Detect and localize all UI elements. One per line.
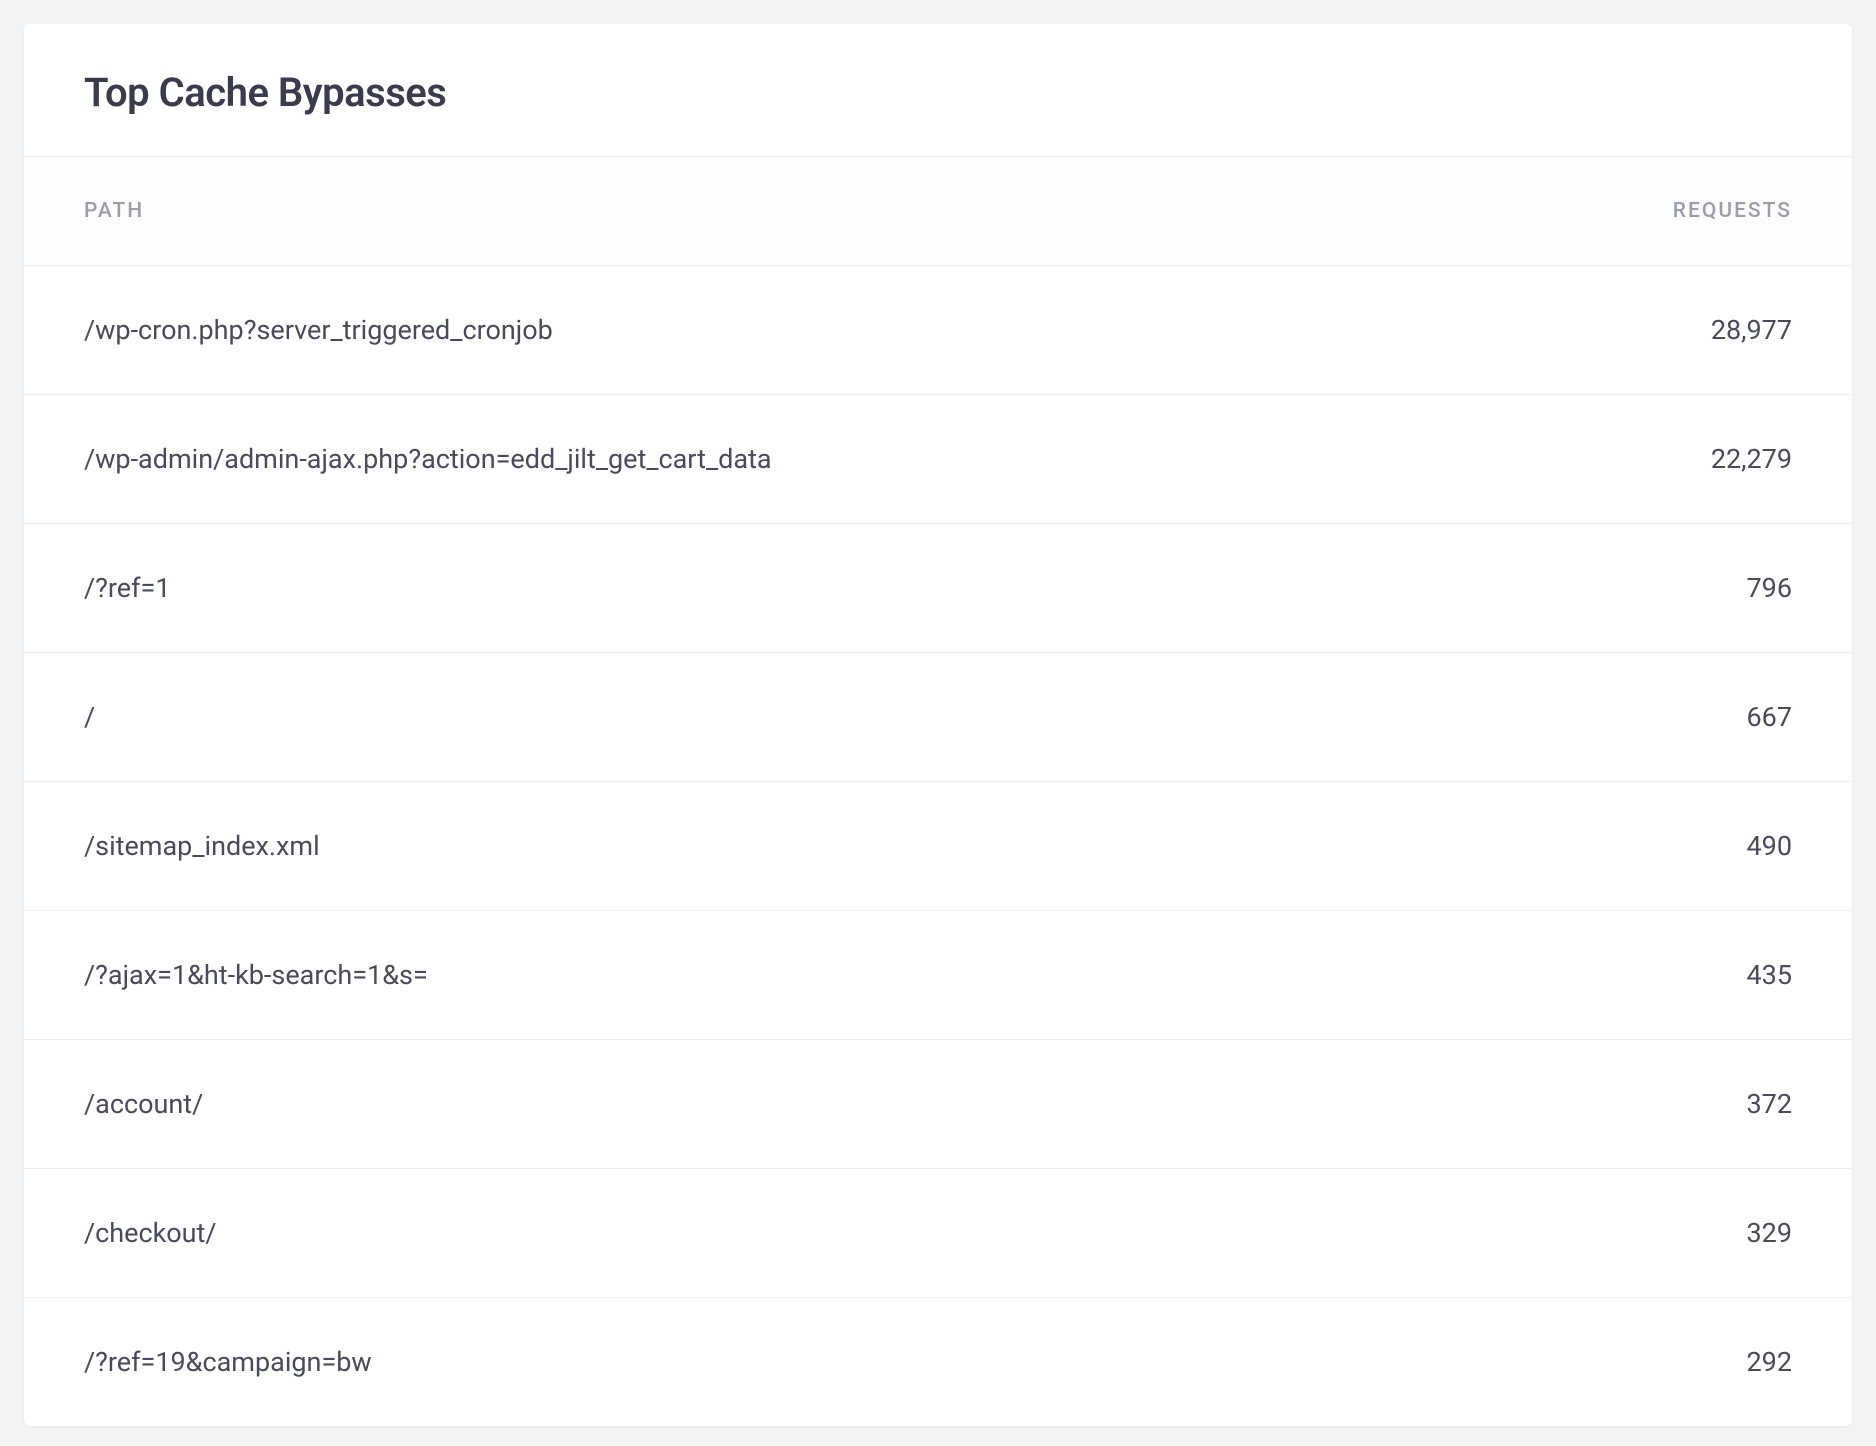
requests-value: 292 (1746, 1346, 1792, 1378)
requests-value: 372 (1746, 1088, 1792, 1120)
path-value: / (84, 701, 95, 733)
path-value: /wp-cron.php?server_triggered_cronjob (84, 314, 553, 346)
path-value: /?ajax=1&ht-kb-search=1&s= (84, 959, 428, 991)
column-header-path: PATH (84, 199, 144, 223)
path-value: /checkout/ (84, 1217, 217, 1249)
table-row: /?ref=1 796 (24, 524, 1852, 653)
path-value: /wp-admin/admin-ajax.php?action=edd_jilt… (84, 443, 772, 475)
requests-value: 667 (1746, 701, 1792, 733)
table-row: /?ajax=1&ht-kb-search=1&s= 435 (24, 911, 1852, 1040)
table-body: /wp-cron.php?server_triggered_cronjob 28… (24, 266, 1852, 1426)
requests-value: 22,279 (1711, 443, 1792, 475)
path-value: /?ref=1 (84, 572, 171, 604)
table-row: /sitemap_index.xml 490 (24, 782, 1852, 911)
requests-value: 329 (1746, 1217, 1792, 1249)
requests-value: 435 (1746, 959, 1792, 991)
requests-value: 490 (1746, 830, 1792, 862)
table-row: /account/ 372 (24, 1040, 1852, 1169)
card-header: Top Cache Bypasses (24, 24, 1852, 157)
path-value: /account/ (84, 1088, 203, 1120)
column-header-requests: REQUESTS (1673, 199, 1792, 223)
path-value: /?ref=19&campaign=bw (84, 1346, 372, 1378)
cache-bypasses-card: Top Cache Bypasses PATH REQUESTS /wp-cro… (24, 24, 1852, 1426)
table-row: /?ref=19&campaign=bw 292 (24, 1298, 1852, 1426)
path-value: /sitemap_index.xml (84, 830, 320, 862)
card-title: Top Cache Bypasses (84, 69, 1792, 116)
requests-value: 28,977 (1711, 314, 1792, 346)
table-row: /checkout/ 329 (24, 1169, 1852, 1298)
requests-value: 796 (1746, 572, 1792, 604)
table-row: /wp-admin/admin-ajax.php?action=edd_jilt… (24, 395, 1852, 524)
table-header-row: PATH REQUESTS (24, 157, 1852, 266)
table-row: / 667 (24, 653, 1852, 782)
table-row: /wp-cron.php?server_triggered_cronjob 28… (24, 266, 1852, 395)
